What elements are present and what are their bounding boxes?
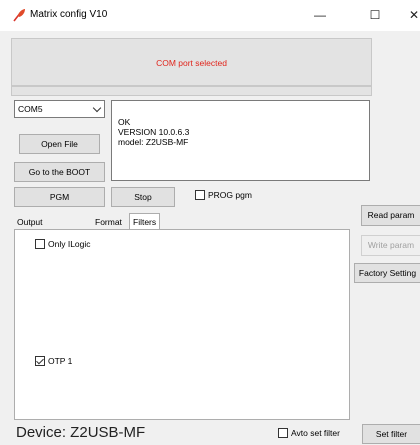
log-line: OK xyxy=(118,117,131,127)
app-feather-icon xyxy=(13,9,25,22)
factory-settings-button[interactable]: Factory Setting xyxy=(354,263,420,283)
only-ilogic-label: Only ILogic xyxy=(48,239,91,249)
check-icon xyxy=(36,356,44,365)
checkbox-box xyxy=(278,428,288,438)
app-window: Matrix config V10 — ☐ ✕ COM port selecte… xyxy=(0,0,420,445)
close-button[interactable]: ✕ xyxy=(394,0,420,31)
tab-format[interactable]: Format xyxy=(92,215,125,229)
tab-output-protocol[interactable]: Output protocol xyxy=(14,215,50,241)
device-label: Device: Z2USB-MF xyxy=(16,424,146,441)
filters-panel: Only ILogic OTP 1 xyxy=(14,229,350,420)
log-line: VERSION 10.0.6.3 xyxy=(118,127,190,137)
go-to-boot-button[interactable]: Go to the BOOT xyxy=(14,162,105,182)
maximize-button[interactable]: ☐ xyxy=(355,0,395,31)
progress-strip xyxy=(11,86,372,96)
read-params-button[interactable]: Read param xyxy=(361,205,420,226)
com-port-select[interactable]: COM5 xyxy=(14,100,105,118)
checkbox-box-checked xyxy=(35,356,45,366)
status-message: COM port selected xyxy=(11,38,372,86)
write-params-button[interactable]: Write param xyxy=(361,235,420,256)
otp1-label: OTP 1 xyxy=(48,356,73,366)
open-file-button[interactable]: Open File xyxy=(19,134,100,154)
minimize-button[interactable]: — xyxy=(300,0,340,31)
log-output: OK VERSION 10.0.6.3 model: Z2USB-MF xyxy=(111,100,370,181)
prog-pgm-label: PROG pgm xyxy=(208,190,252,200)
tab-filters[interactable]: Filters xyxy=(129,213,161,230)
title-bar: Matrix config V10 — ☐ ✕ xyxy=(0,0,420,31)
only-ilogic-checkbox[interactable]: Only ILogic xyxy=(35,239,91,249)
avto-set-filter-label: Avto set filter xyxy=(291,428,340,438)
prog-pgm-checkbox[interactable]: PROG pgm xyxy=(195,190,252,200)
checkbox-box xyxy=(35,239,45,249)
otp1-checkbox[interactable]: OTP 1 xyxy=(35,356,72,366)
log-line: model: Z2USB-MF xyxy=(118,137,189,147)
avto-set-filter-checkbox[interactable]: Avto set filter xyxy=(278,428,340,438)
checkbox-box xyxy=(195,190,205,200)
chevron-down-icon xyxy=(92,103,102,113)
pgm-button[interactable]: PGM xyxy=(14,187,105,207)
window-title: Matrix config V10 xyxy=(30,9,108,20)
set-filter-button[interactable]: Set filter xyxy=(362,424,420,444)
stop-button[interactable]: Stop xyxy=(111,187,175,207)
com-port-value: COM5 xyxy=(18,104,43,114)
